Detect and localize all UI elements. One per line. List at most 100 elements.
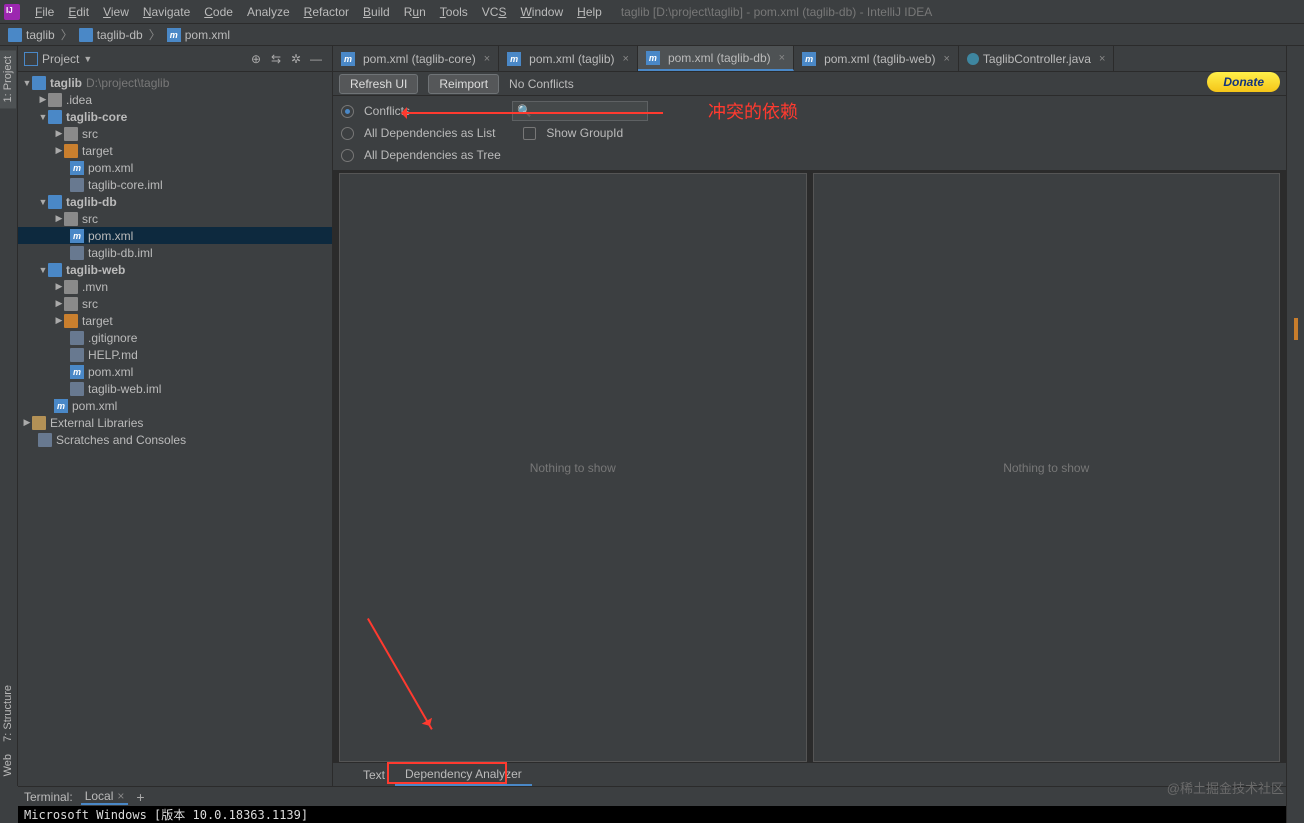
tree-core-target[interactable]: ▶target: [18, 142, 332, 159]
tree-db-src[interactable]: ▶src: [18, 210, 332, 227]
tree-root-pom[interactable]: mpom.xml: [18, 397, 332, 414]
chevron-down-icon: ▼: [83, 54, 92, 64]
dependency-options: Conflicts 🔍 冲突的依赖 All Dependencies as Li…: [333, 96, 1286, 171]
hide-icon[interactable]: —: [306, 49, 326, 69]
menu-view[interactable]: View: [96, 5, 136, 19]
gutter-tab-structure[interactable]: 7: Structure: [0, 679, 16, 748]
menu-window[interactable]: Window: [513, 5, 570, 19]
menu-help[interactable]: Help: [570, 5, 609, 19]
maven-icon: m: [54, 399, 68, 413]
tree-web-gitignore[interactable]: .gitignore: [18, 329, 332, 346]
settings-icon[interactable]: ⇆: [266, 49, 286, 69]
gutter-tab-web[interactable]: Web: [0, 748, 16, 782]
tree-web-iml[interactable]: taglib-web.iml: [18, 380, 332, 397]
check-show-groupid[interactable]: [523, 127, 536, 140]
tab-pom-db[interactable]: mpom.xml (taglib-db)×: [638, 46, 794, 71]
menu-analyze[interactable]: Analyze: [240, 5, 297, 19]
crumb-taglib[interactable]: taglib: [4, 28, 59, 42]
close-icon[interactable]: ×: [939, 53, 949, 65]
terminal-tab-local[interactable]: Local×: [81, 789, 129, 805]
tab-dependency-analyzer[interactable]: Dependency Analyzer: [395, 764, 532, 786]
tree-core-iml[interactable]: taglib-core.iml: [18, 176, 332, 193]
tab-text[interactable]: Text: [353, 765, 395, 785]
maven-icon: m: [341, 52, 355, 66]
locate-icon[interactable]: ⊕: [246, 49, 266, 69]
project-title[interactable]: Project ▼: [24, 52, 92, 66]
tree-idea[interactable]: ▶.idea: [18, 91, 332, 108]
tree-external-libs[interactable]: ▶External Libraries: [18, 414, 332, 431]
tree-web-target[interactable]: ▶target: [18, 312, 332, 329]
tree-web-pom[interactable]: mpom.xml: [18, 363, 332, 380]
donate-button[interactable]: Donate: [1207, 72, 1280, 92]
tab-controller[interactable]: TaglibController.java×: [959, 46, 1115, 71]
tab-pom-core[interactable]: mpom.xml (taglib-core)×: [333, 46, 499, 71]
crumb-taglib-db[interactable]: taglib-db: [75, 28, 147, 42]
project-header: Project ▼ ⊕ ⇆ ✲ —: [18, 46, 332, 72]
editor-bottom-tabs: Text Dependency Analyzer: [333, 762, 1286, 786]
menubar: File Edit View Navigate Code Analyze Ref…: [0, 0, 1304, 24]
radio-as-tree[interactable]: [341, 149, 354, 162]
folder-icon: [64, 280, 78, 294]
tree-taglib-db[interactable]: ▼taglib-db: [18, 193, 332, 210]
terminal-add-button[interactable]: +: [136, 789, 144, 805]
tree-web-help[interactable]: HELP.md: [18, 346, 332, 363]
folder-icon: [64, 297, 78, 311]
crumb-pom[interactable]: mpom.xml: [163, 28, 234, 42]
close-icon[interactable]: ×: [117, 789, 124, 803]
tree-core-pom[interactable]: mpom.xml: [18, 159, 332, 176]
menu-edit[interactable]: Edit: [61, 5, 96, 19]
radio-conflicts[interactable]: [341, 105, 354, 118]
tree-taglib-core[interactable]: ▼taglib-core: [18, 108, 332, 125]
project-tree[interactable]: ▼taglibD:\project\taglib ▶.idea ▼taglib-…: [18, 72, 332, 448]
tree-taglib-web[interactable]: ▼taglib-web: [18, 261, 332, 278]
tab-pom-taglib[interactable]: mpom.xml (taglib)×: [499, 46, 638, 71]
terminal-output[interactable]: Microsoft Windows [版本 10.0.18363.1139]: [18, 806, 1286, 823]
tree-web-mvn[interactable]: ▶.mvn: [18, 278, 332, 295]
tree-web-src[interactable]: ▶src: [18, 295, 332, 312]
scratches-icon: [38, 433, 52, 447]
search-input[interactable]: [536, 105, 678, 117]
right-tool-gutter: [1286, 46, 1304, 823]
menu-file[interactable]: File: [28, 5, 61, 19]
gutter-tab-project[interactable]: 1: Project: [0, 50, 16, 108]
maven-icon: m: [70, 365, 84, 379]
tree-db-iml[interactable]: taglib-db.iml: [18, 244, 332, 261]
tree-scratches[interactable]: Scratches and Consoles: [18, 431, 332, 448]
right-pane[interactable]: Nothing to show: [813, 173, 1281, 762]
folder-icon: [64, 127, 78, 141]
refresh-ui-button[interactable]: Refresh UI: [339, 74, 418, 94]
tree-root[interactable]: ▼taglibD:\project\taglib: [18, 74, 332, 91]
menu-tools[interactable]: Tools: [433, 5, 475, 19]
folder-icon: [64, 212, 78, 226]
menu-vcs[interactable]: VCS: [475, 5, 514, 19]
tab-pom-web[interactable]: mpom.xml (taglib-web)×: [794, 46, 959, 71]
editor-tabs: mpom.xml (taglib-core)× mpom.xml (taglib…: [333, 46, 1286, 72]
close-icon[interactable]: ×: [775, 52, 785, 64]
menu-build[interactable]: Build: [356, 5, 397, 19]
dependency-panes: Nothing to show Nothing to show: [333, 173, 1286, 762]
chevron-right-icon: 〉: [59, 26, 75, 43]
reimport-button[interactable]: Reimport: [428, 74, 499, 94]
gear-icon[interactable]: ✲: [286, 49, 306, 69]
tree-db-pom[interactable]: mpom.xml: [18, 227, 332, 244]
maven-icon: m: [802, 52, 816, 66]
search-icon: 🔍: [517, 104, 532, 118]
close-icon[interactable]: ×: [1095, 53, 1105, 65]
close-icon[interactable]: ×: [480, 53, 490, 65]
radio-as-list[interactable]: [341, 127, 354, 140]
terminal-label: Terminal:: [24, 790, 73, 804]
search-box[interactable]: 🔍: [512, 101, 648, 121]
menu-refactor[interactable]: Refactor: [297, 5, 356, 19]
tree-core-src[interactable]: ▶src: [18, 125, 332, 142]
maven-icon: m: [167, 28, 181, 42]
menu-navigate[interactable]: Navigate: [136, 5, 197, 19]
file-icon: [70, 178, 84, 192]
menu-code[interactable]: Code: [197, 5, 240, 19]
folder-icon: [48, 93, 62, 107]
close-icon[interactable]: ×: [619, 53, 629, 65]
left-pane[interactable]: Nothing to show: [339, 173, 807, 762]
folder-icon: [64, 144, 78, 158]
maven-icon: m: [507, 52, 521, 66]
left-tool-gutter: 1: Project 7: Structure Web: [0, 46, 18, 786]
menu-run[interactable]: Run: [397, 5, 433, 19]
